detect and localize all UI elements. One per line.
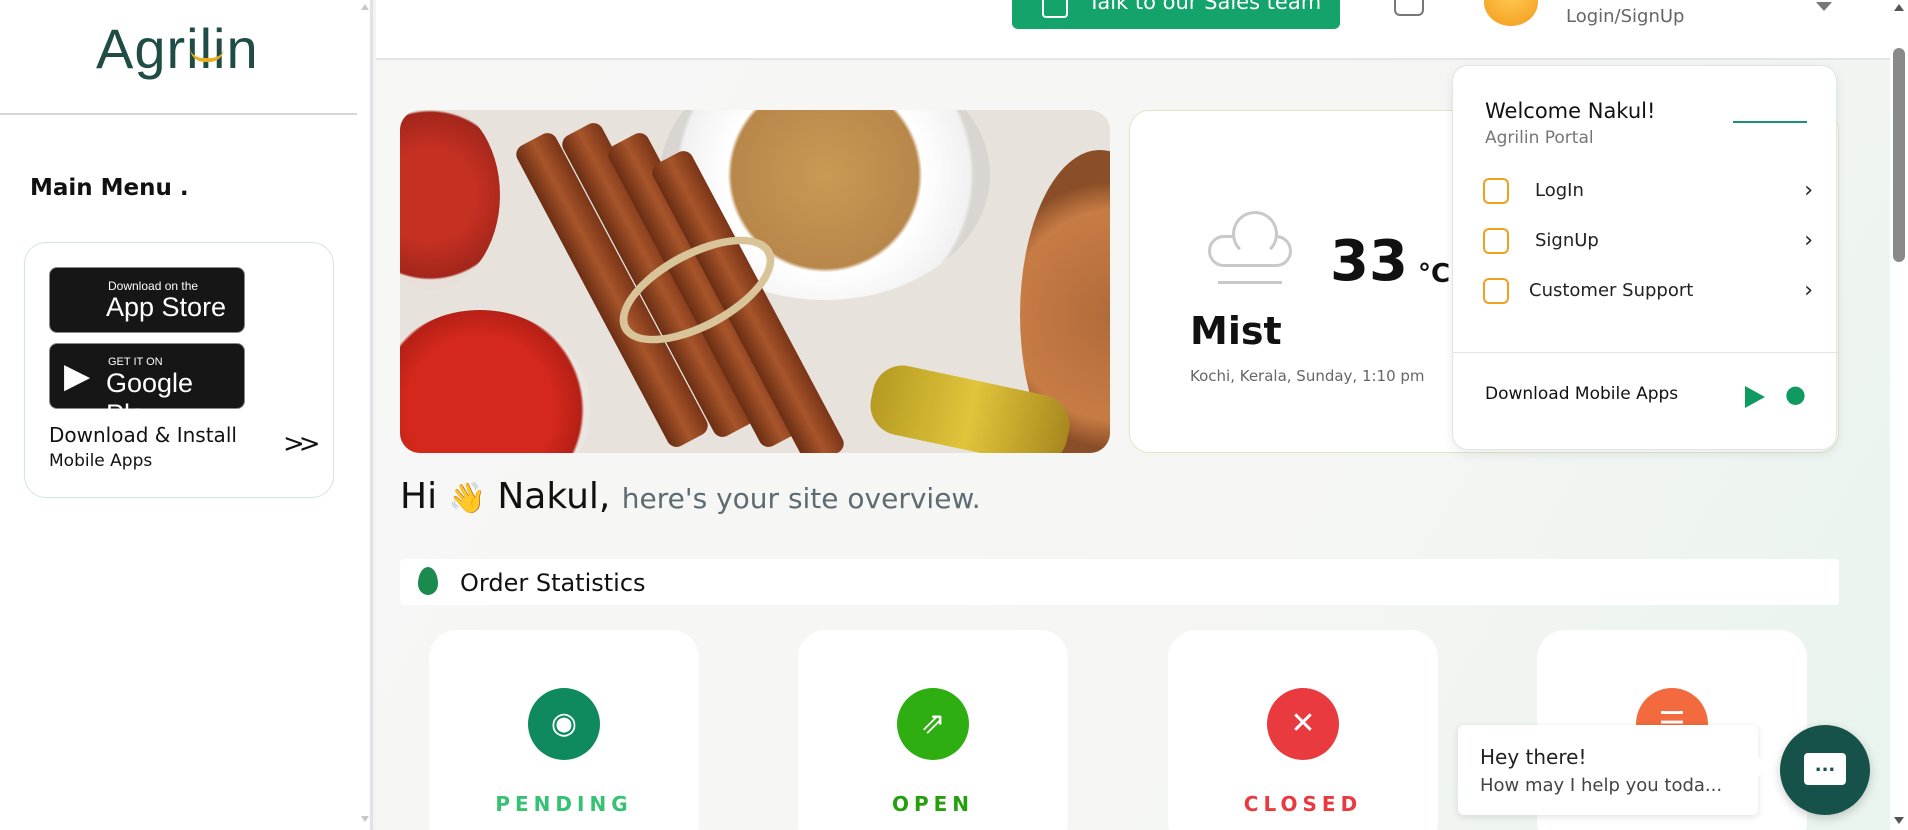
page-scrollbar[interactable]	[1890, 0, 1908, 830]
chevron-right-icon: ›	[1804, 228, 1813, 253]
stat-label-open: OPEN	[891, 792, 975, 816]
google-play-icon: ▶	[64, 356, 91, 396]
temperature-value: 33	[1330, 229, 1408, 294]
external-link-icon	[1042, 0, 1068, 18]
cart-icon[interactable]	[1394, 0, 1424, 16]
download-apps-card: Download on the App Store ▶ GET IT ON Go…	[24, 242, 334, 498]
download-install-sub: Mobile Apps	[49, 451, 153, 471]
signup-icon	[1483, 228, 1509, 254]
sidebar-scrollbar[interactable]	[360, 0, 370, 830]
agrilin-logo[interactable]: Agrilin	[96, 16, 259, 81]
user-dropdown-menu: Welcome Nakul! Agrilin Portal LogIn › Si…	[1452, 65, 1838, 450]
greeting-name: Nakul,	[497, 476, 611, 517]
dropdown-download-label: Download Mobile Apps	[1485, 384, 1679, 404]
dropdown-accent-rule	[1733, 121, 1807, 123]
stat-card-closed[interactable]: ✕ CLOSED	[1168, 630, 1438, 830]
google-play-small: GET IT ON	[108, 356, 163, 368]
chevron-right-icon: ›	[1804, 178, 1813, 203]
talk-to-sales-button[interactable]: Talk to our Sales team	[1012, 0, 1340, 29]
double-chevron-right-icon[interactable]: >>	[283, 429, 320, 459]
google-play-big: Google Play	[106, 368, 194, 429]
greeting-sub: here's your site overview.	[621, 482, 981, 515]
app-store-small: Download on the	[108, 279, 199, 293]
dropdown-divider	[1453, 352, 1838, 353]
avatar[interactable]	[1484, 0, 1538, 26]
support-icon	[1483, 278, 1509, 304]
scroll-down-icon[interactable]	[361, 816, 369, 822]
google-play-button[interactable]: ▶ GET IT ON Google Play	[49, 343, 245, 429]
dropdown-welcome: Welcome Nakul!	[1485, 99, 1656, 123]
chevron-right-icon: ›	[1804, 278, 1813, 303]
dropdown-item-signup[interactable]: SignUp ›	[1483, 224, 1813, 260]
scroll-up-icon[interactable]	[1894, 4, 1904, 11]
scroll-up-icon[interactable]	[361, 4, 369, 10]
stat-card-pending[interactable]: ◉ PENDING	[429, 630, 699, 830]
mist-line	[1218, 281, 1282, 284]
chat-title: Hey there!	[1480, 745, 1587, 769]
stat-label-closed: CLOSED	[1243, 792, 1363, 816]
weather-condition: Mist	[1190, 309, 1282, 353]
dropdown-item-login[interactable]: LogIn ›	[1483, 174, 1813, 210]
dropdown-item-label: Customer Support	[1529, 280, 1694, 301]
external-link-icon: ⇗	[897, 688, 969, 760]
login-signup-link[interactable]: Login/SignUp	[1566, 6, 1685, 27]
logo-divider	[0, 113, 357, 115]
google-play-icon[interactable]	[1745, 386, 1765, 408]
order-statistics-title: Order Statistics	[460, 569, 646, 597]
leaf-icon	[418, 567, 438, 595]
close-icon: ✕	[1267, 688, 1339, 760]
top-header: Talk to our Sales team Login/SignUp	[376, 0, 1890, 60]
stat-card-open[interactable]: ⇗ OPEN	[798, 630, 1068, 830]
scroll-down-icon[interactable]	[1894, 817, 1904, 824]
talk-to-sales-label: Talk to our Sales team	[1088, 0, 1322, 14]
chat-icon: ...	[1804, 753, 1846, 785]
chat-greeting-bubble[interactable]: Hey there! How may I help you toda...	[1458, 725, 1758, 815]
lock-icon	[1483, 178, 1509, 204]
spice-bowl	[400, 310, 590, 453]
wave-icon: 👋	[448, 481, 486, 516]
spice-bowl	[400, 110, 500, 290]
stat-label-pending: PENDING	[495, 792, 633, 816]
dropdown-item-label: LogIn	[1535, 180, 1584, 201]
weather-location: Kochi, Kerala, Sunday, 1:10 pm	[1190, 367, 1425, 385]
greeting-hi: Hi	[400, 476, 438, 517]
app-store-button[interactable]: Download on the App Store	[49, 267, 245, 333]
greeting-heading: Hi 👋 Nakul, here's your site overview.	[400, 476, 981, 517]
order-statistics-header: Order Statistics	[400, 559, 1839, 605]
download-install-title: Download & Install	[49, 423, 237, 447]
chevron-down-icon[interactable]	[1816, 2, 1832, 11]
cloud-puff	[1232, 211, 1278, 257]
dropdown-item-support[interactable]: Customer Support ›	[1483, 274, 1813, 310]
scrollbar-thumb[interactable]	[1893, 48, 1905, 262]
chat-message: How may I help you toda...	[1480, 775, 1723, 796]
cloud-icon	[1208, 211, 1292, 284]
chat-launcher-button[interactable]: ...	[1780, 725, 1870, 815]
apple-icon[interactable]: ●	[1785, 380, 1806, 408]
dropdown-portal: Agrilin Portal	[1485, 128, 1594, 148]
eye-icon: ◉	[528, 688, 600, 760]
app-store-big: App Store	[106, 292, 227, 322]
main-menu-heading: Main Menu .	[30, 175, 189, 201]
dropdown-item-label: SignUp	[1535, 230, 1599, 251]
sidebar: Agrilin Main Menu . Download on the App …	[0, 0, 373, 830]
temperature-unit: °C	[1418, 259, 1451, 289]
spices-banner-image	[400, 110, 1110, 453]
